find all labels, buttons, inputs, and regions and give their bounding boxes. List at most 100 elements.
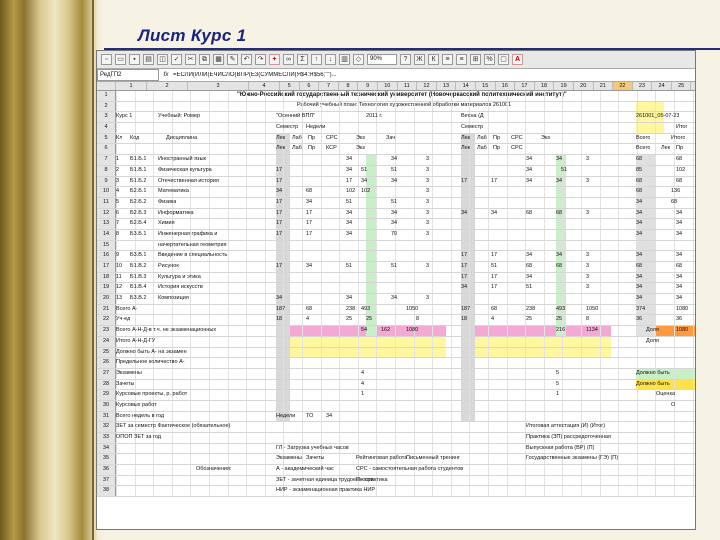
- cell[interactable]: 17: [276, 198, 282, 208]
- cell[interactable]: 7: [116, 219, 119, 229]
- cell[interactable]: История искусств: [158, 283, 203, 293]
- cell[interactable]: 51: [346, 198, 352, 208]
- cell[interactable]: 3: [586, 177, 589, 187]
- row-number[interactable]: 8: [97, 165, 116, 176]
- column-header[interactable]: 18: [535, 82, 555, 90]
- cell[interactable]: Лек: [461, 134, 470, 144]
- cell[interactable]: Выпускная работа (ВР) (П): [526, 444, 594, 454]
- cell[interactable]: Лаб: [292, 134, 302, 144]
- cell[interactable]: 17: [491, 177, 497, 187]
- cell[interactable]: Введение в специальность: [158, 251, 227, 261]
- cell[interactable]: Курс 1: [116, 112, 132, 122]
- cell[interactable]: 8: [116, 230, 119, 240]
- cell[interactable]: Всего А-Н-Д-в т.ч. не экзаменационных: [116, 326, 216, 336]
- cell[interactable]: Б2.Б.3: [130, 209, 146, 219]
- cell[interactable]: П - практика: [356, 476, 388, 486]
- cell[interactable]: 3: [586, 209, 589, 219]
- cell[interactable]: КСР: [326, 144, 337, 154]
- cell[interactable]: 51: [391, 262, 397, 272]
- cell[interactable]: Б1.В.2: [130, 262, 146, 272]
- cell[interactable]: Кл: [116, 134, 122, 144]
- cell[interactable]: 17: [306, 209, 312, 219]
- cell[interactable]: 68: [556, 209, 562, 219]
- autosum-icon[interactable]: Σ: [297, 54, 308, 65]
- cell[interactable]: 34: [636, 294, 642, 304]
- cell[interactable]: Письменный тренинг: [406, 454, 460, 464]
- row-number[interactable]: 16: [97, 251, 116, 261]
- fill-color-icon[interactable]: A: [512, 54, 523, 65]
- cell[interactable]: 34: [346, 230, 352, 240]
- cell[interactable]: Б2.Б.4: [130, 219, 146, 229]
- cell[interactable]: 34: [676, 283, 682, 293]
- cell[interactable]: 187: [461, 305, 470, 315]
- cell[interactable]: Рейтинговая работа: [356, 454, 407, 464]
- column-header[interactable]: 12: [417, 82, 437, 90]
- cell[interactable]: 34: [326, 412, 332, 422]
- cell[interactable]: 3: [586, 283, 589, 293]
- cell[interactable]: ОПОП ЗЕТ за год: [116, 433, 161, 443]
- italic-icon[interactable]: К: [428, 54, 439, 65]
- row-number[interactable]: 9: [97, 176, 116, 187]
- cell[interactable]: Математика: [158, 187, 189, 197]
- cell[interactable]: Зачеты: [306, 454, 324, 464]
- cell[interactable]: 4: [116, 187, 119, 197]
- cell[interactable]: 68: [526, 262, 532, 272]
- cell[interactable]: Экзамены: [116, 369, 142, 379]
- cell[interactable]: 68: [306, 305, 312, 315]
- format-painter-icon[interactable]: ✎: [227, 54, 238, 65]
- cell[interactable]: 17: [491, 283, 497, 293]
- cell[interactable]: Б3.В.1: [130, 251, 146, 261]
- cell[interactable]: 3: [426, 187, 429, 197]
- cell[interactable]: 8: [416, 315, 419, 325]
- cell[interactable]: Б1.Б.2: [130, 177, 146, 187]
- cell[interactable]: 34: [361, 177, 367, 187]
- cell[interactable]: 17: [276, 166, 282, 176]
- cell[interactable]: 51: [391, 198, 397, 208]
- cell[interactable]: 34: [346, 209, 352, 219]
- cell[interactable]: 3: [426, 155, 429, 165]
- cell[interactable]: 34: [556, 177, 562, 187]
- cell[interactable]: 3: [426, 166, 429, 176]
- cell[interactable]: 68: [526, 209, 532, 219]
- cell[interactable]: 2011 г.: [366, 112, 382, 122]
- chart-icon[interactable]: ▥: [339, 54, 350, 65]
- cell[interactable]: Весна (Д: [461, 112, 484, 122]
- cell[interactable]: 34: [526, 177, 532, 187]
- row-number[interactable]: 10: [97, 187, 116, 197]
- cell[interactable]: 34: [306, 198, 312, 208]
- cell[interactable]: 17: [276, 209, 282, 219]
- undo-icon[interactable]: ↶: [241, 54, 252, 65]
- row-number[interactable]: 15: [97, 240, 116, 251]
- cell[interactable]: 238: [526, 305, 535, 315]
- cut-icon[interactable]: ✂: [185, 54, 196, 65]
- cell[interactable]: 17: [346, 177, 352, 187]
- cell[interactable]: 18: [461, 315, 467, 325]
- cell[interactable]: 34: [346, 219, 352, 229]
- cell[interactable]: ЗЕТ за семестр Фактическое (обязательное…: [116, 422, 230, 432]
- link-icon[interactable]: ∞: [283, 54, 294, 65]
- row-number[interactable]: 21: [97, 304, 116, 315]
- cell[interactable]: 34: [391, 219, 397, 229]
- row-number[interactable]: 37: [97, 475, 116, 486]
- zoom-select[interactable]: 90%: [367, 54, 397, 65]
- cell[interactable]: Семестр: [276, 123, 298, 133]
- cell[interactable]: Итог: [676, 123, 687, 133]
- cell[interactable]: Инженерная графика и: [158, 230, 217, 240]
- cell[interactable]: Б1.В.3: [130, 273, 146, 283]
- cell[interactable]: Информатика: [158, 209, 194, 219]
- cell[interactable]: 12: [116, 283, 122, 293]
- drawing-icon[interactable]: ◇: [353, 54, 364, 65]
- row-number[interactable]: 28: [97, 379, 116, 390]
- cell[interactable]: Доля: [646, 326, 659, 336]
- cell[interactable]: ГЛ - Загрузка учебных часов: [276, 444, 349, 454]
- cell[interactable]: 34: [391, 177, 397, 187]
- cell[interactable]: Дисциплина: [166, 134, 197, 144]
- cell[interactable]: Предельное количество А-: [116, 358, 185, 368]
- cell[interactable]: 68: [636, 177, 642, 187]
- cell[interactable]: 68: [636, 155, 642, 165]
- row-number[interactable]: 36: [97, 465, 116, 475]
- cell[interactable]: Пр: [493, 144, 500, 154]
- cell[interactable]: 17: [276, 219, 282, 229]
- row-number[interactable]: 24: [97, 336, 116, 347]
- cell[interactable]: 34: [346, 294, 352, 304]
